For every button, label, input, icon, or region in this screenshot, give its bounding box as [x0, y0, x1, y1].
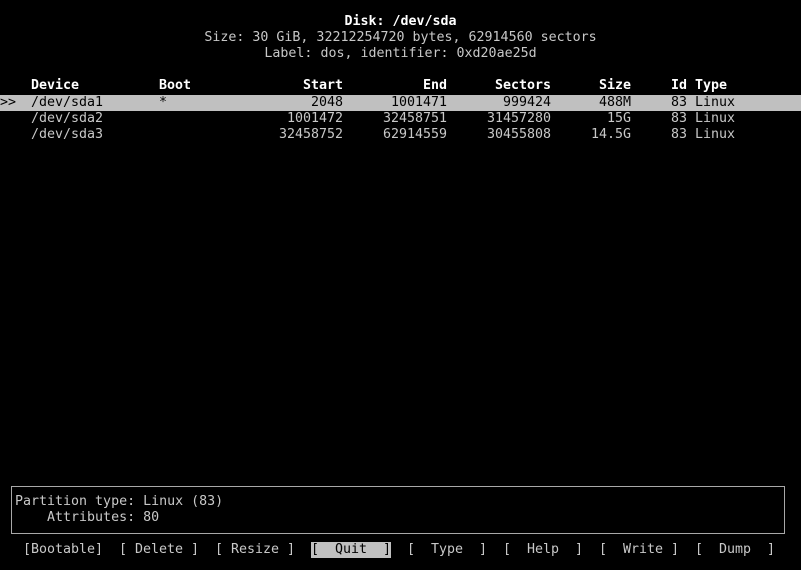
cell-device: /dev/sda2 — [31, 111, 104, 126]
column-header-device: Device — [31, 78, 80, 93]
disk-label-info: Label: dos, identifier: 0xd20ae25d — [264, 46, 537, 61]
delete-button[interactable]: [ Delete ] — [119, 542, 199, 558]
column-header-id: Id — [670, 78, 687, 93]
cell-sectors: 999424 — [502, 95, 551, 110]
cell-size: 14.5G — [590, 127, 631, 142]
cell-end: 62914559 — [382, 127, 447, 142]
bootable-button[interactable]: [Bootable] — [23, 542, 103, 558]
column-header-type: Type — [695, 78, 728, 93]
table-row-sda2[interactable]: /dev/sda2 1001472 32458751 31457280 15G … — [0, 111, 801, 127]
column-header-start: Start — [302, 78, 343, 93]
cell-type: Linux — [695, 127, 736, 142]
disk-title: Disk: /dev/sda — [344, 14, 457, 29]
table-row-sda3[interactable]: /dev/sda3 32458752 62914559 30455808 14.… — [0, 127, 801, 143]
cell-id: 83 — [670, 95, 687, 110]
cell-device: /dev/sda3 — [31, 127, 104, 142]
cell-size: 15G — [606, 111, 631, 126]
partition-attributes-info: Attributes: 80 — [15, 510, 160, 525]
partition-type-info: Partition type: Linux (83) — [15, 494, 224, 509]
column-header-boot: Boot — [159, 78, 192, 93]
cell-end: 32458751 — [382, 111, 447, 126]
cell-size: 488M — [598, 95, 631, 110]
type-button[interactable]: [ Type ] — [407, 542, 487, 558]
cell-start: 1001472 — [286, 111, 343, 126]
cell-sectors: 31457280 — [486, 111, 551, 126]
column-header-size: Size — [598, 78, 631, 93]
partition-info-box: Partition type: Linux (83) Attributes: 8… — [11, 486, 785, 534]
cell-start: 2048 — [310, 95, 343, 110]
help-button[interactable]: [ Help ] — [503, 542, 583, 558]
cell-id: 83 — [670, 111, 687, 126]
resize-button[interactable]: [ Resize ] — [215, 542, 295, 558]
write-button[interactable]: [ Write ] — [599, 542, 679, 558]
column-header-end: End — [422, 78, 447, 93]
cell-boot-flag: * — [159, 95, 168, 110]
cell-end: 1001471 — [390, 95, 447, 110]
dump-button[interactable]: [ Dump ] — [695, 542, 775, 558]
cell-type: Linux — [695, 111, 736, 126]
disk-size-info: Size: 30 GiB, 32212254720 bytes, 6291456… — [204, 30, 597, 45]
cell-type: Linux — [695, 95, 736, 110]
column-header-sectors: Sectors — [494, 78, 551, 93]
cell-start: 32458752 — [278, 127, 343, 142]
cell-sectors: 30455808 — [486, 127, 551, 142]
selection-marker: >> — [0, 95, 17, 110]
cell-device: /dev/sda1 — [31, 95, 104, 110]
cell-id: 83 — [670, 127, 687, 142]
quit-button[interactable]: [ Quit ] — [311, 542, 392, 558]
table-row-sda1[interactable]: >> /dev/sda1 * 2048 1001471 999424 488M … — [0, 95, 801, 111]
